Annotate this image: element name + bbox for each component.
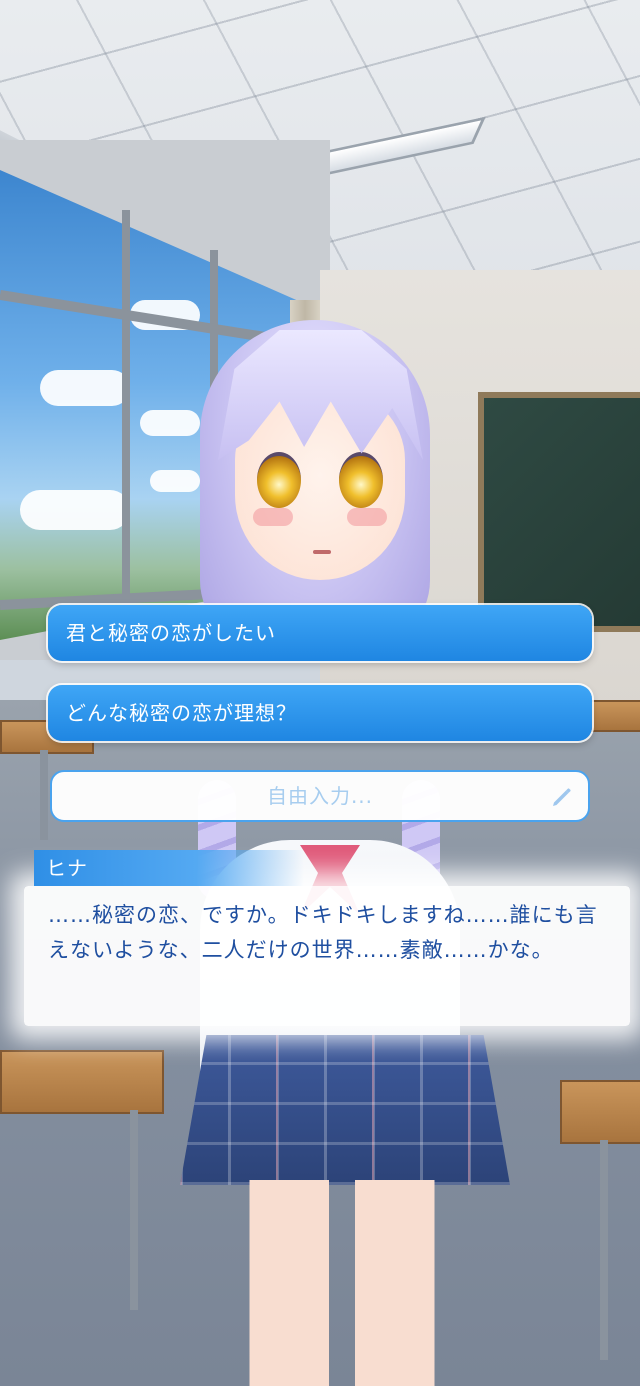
desk [0, 1050, 164, 1114]
desk [560, 1080, 640, 1144]
free-input-placeholder: 自由入力... [266, 784, 374, 808]
dialogue-text: ……秘密の恋、ですか。ドキドキしますね……誰にも言えないような、二人だけの世界…… [48, 903, 598, 962]
character-legs [232, 1180, 452, 1386]
game-screen: 君と秘密の恋がしたい どんな秘密の恋が理想？ 自由入力... ヒナ ……秘密の恋… [0, 0, 640, 1386]
desk [590, 700, 640, 732]
choice-button-1[interactable]: 君と秘密の恋がしたい [48, 605, 592, 661]
character-skirt [180, 1035, 510, 1185]
character-hina [180, 300, 510, 1386]
choice-button-2[interactable]: どんな秘密の恋が理想？ [48, 685, 592, 741]
speaker-name-tag: ヒナ [34, 850, 304, 886]
pencil-icon[interactable] [550, 785, 574, 809]
speaker-name: ヒナ [46, 856, 88, 880]
free-input-field[interactable]: 自由入力... [50, 770, 590, 822]
